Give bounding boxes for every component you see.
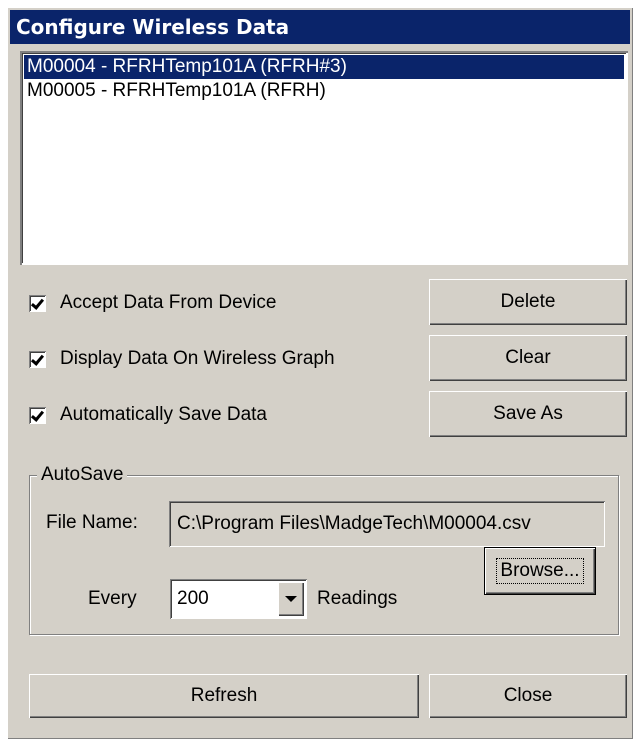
file-name-field: C:\Program Files\MadgeTech\M00004.csv <box>169 501 605 547</box>
configure-wireless-dialog: Configure Wireless Data M00004 - RFRHTem… <box>7 7 633 739</box>
browse-button[interactable]: Browse... <box>484 547 596 595</box>
display-graph-option[interactable]: Display Data On Wireless Graph <box>29 345 335 373</box>
display-graph-label: Display Data On Wireless Graph <box>60 348 335 369</box>
window-title: Configure Wireless Data <box>10 10 630 44</box>
accept-data-label: Accept Data From Device <box>60 292 277 313</box>
auto-save-checkbox[interactable] <box>29 406 46 424</box>
readings-label: Readings <box>317 588 398 609</box>
accept-data-option[interactable]: Accept Data From Device <box>29 289 276 317</box>
auto-save-option[interactable]: Automatically Save Data <box>29 401 267 429</box>
save-as-button[interactable]: Save As <box>429 391 627 437</box>
close-button[interactable]: Close <box>429 674 627 718</box>
delete-button[interactable]: Delete <box>429 279 627 325</box>
device-listbox[interactable]: M00004 - RFRHTemp101A (RFRH#3) M00005 - … <box>20 51 628 265</box>
every-label: Every <box>88 588 137 609</box>
chevron-down-icon <box>285 596 297 602</box>
clear-button[interactable]: Clear <box>429 335 627 381</box>
auto-save-label: Automatically Save Data <box>60 404 267 425</box>
dropdown-button[interactable] <box>278 582 304 616</box>
refresh-button[interactable]: Refresh <box>29 674 419 718</box>
browse-button-label: Browse... <box>496 558 584 584</box>
device-list-item[interactable]: M00005 - RFRHTemp101A (RFRH) <box>24 79 624 103</box>
display-graph-checkbox[interactable] <box>29 350 46 368</box>
accept-data-checkbox[interactable] <box>29 294 46 312</box>
file-name-label: File Name: <box>46 512 138 533</box>
device-list-item[interactable]: M00004 - RFRHTemp101A (RFRH#3) <box>24 55 624 79</box>
interval-select[interactable]: 200 <box>170 579 307 619</box>
interval-value: 200 <box>177 588 209 609</box>
autosave-group-label: AutoSave <box>37 464 128 486</box>
